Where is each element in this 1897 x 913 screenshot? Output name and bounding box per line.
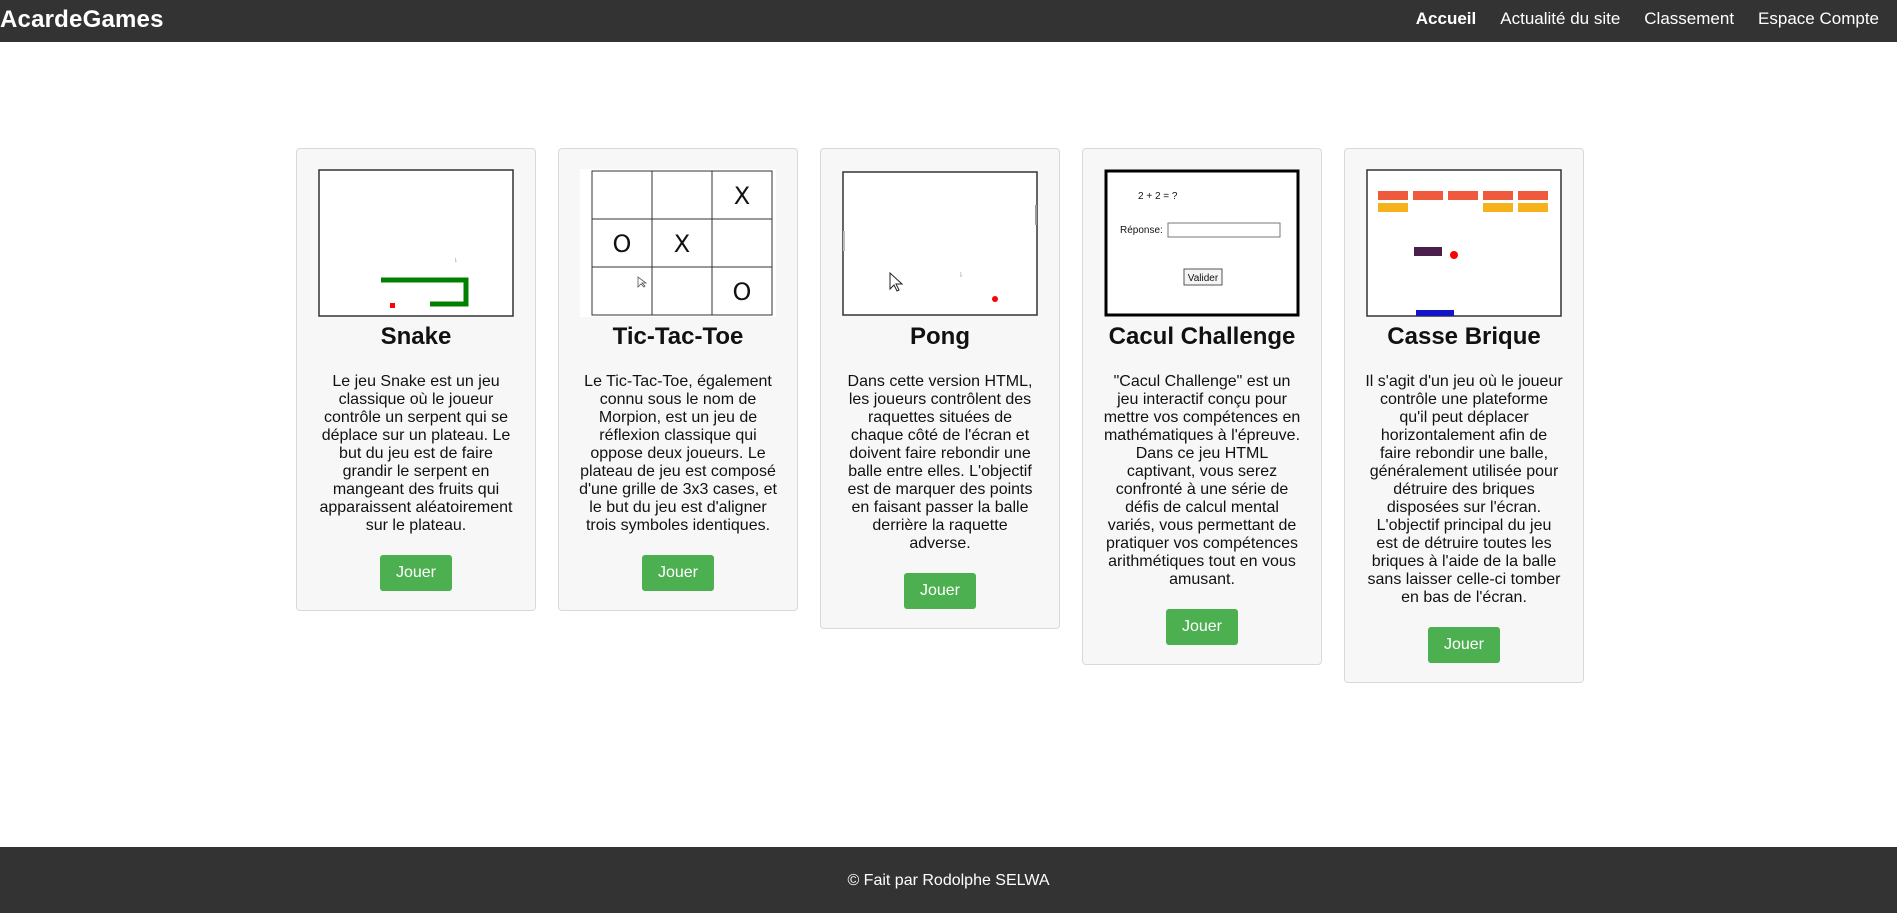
svg-text:⇂: ⇂ bbox=[453, 257, 458, 264]
calcul-question: 2 + 2 = ? bbox=[1138, 191, 1178, 202]
main-nav: Accueil Actualité du site Classement Esp… bbox=[1392, 9, 1879, 29]
play-calcul-button[interactable]: Jouer bbox=[1165, 609, 1239, 645]
nav-actualite[interactable]: Actualité du site bbox=[1500, 9, 1620, 29]
game-card-pong: ⇂ Pong Dans cette version HTML, les joue… bbox=[820, 148, 1060, 629]
footer: © Fait par Rodolphe SELWA bbox=[0, 847, 1897, 913]
game-title: Tic-Tac-Toe bbox=[612, 323, 744, 350]
game-title: Cacul Challenge bbox=[1108, 323, 1296, 350]
game-description: Le Tic-Tac-Toe, également connu sous le … bbox=[579, 373, 777, 534]
top-navbar: AcardeGames Accueil Actualité du site Cl… bbox=[0, 0, 1897, 42]
play-casse-brique-button[interactable]: Jouer bbox=[1427, 627, 1501, 663]
play-pong-button[interactable]: Jouer bbox=[903, 573, 977, 609]
nav-espace-compte[interactable]: Espace Compte bbox=[1758, 9, 1879, 29]
snake-preview-image: ⇂ bbox=[318, 169, 514, 317]
tictactoe-preview-image: X O X O bbox=[580, 169, 776, 317]
nav-classement[interactable]: Classement bbox=[1644, 9, 1734, 29]
ttt-cell-3: O bbox=[613, 230, 632, 258]
game-card-snake: ⇂ Snake Le jeu Snake est un jeu classiqu… bbox=[296, 148, 536, 611]
game-description: Il s'agit d'un jeu où le joueur contrôle… bbox=[1365, 373, 1563, 606]
pong-preview-image: ⇂ bbox=[842, 171, 1038, 316]
svg-text:⇂: ⇂ bbox=[958, 271, 964, 279]
game-title: Pong bbox=[910, 323, 970, 350]
game-card-casse-brique: Casse Brique Il s'agit d'un jeu où le jo… bbox=[1344, 148, 1584, 683]
footer-credit: © Fait par Rodolphe SELWA bbox=[847, 872, 1050, 889]
nav-accueil[interactable]: Accueil bbox=[1416, 9, 1476, 29]
game-description: Dans cette version HTML, les joueurs con… bbox=[847, 373, 1033, 552]
game-card-calcul: 2 + 2 = ? Réponse: Valider Cacul Challen… bbox=[1082, 148, 1322, 665]
ttt-cell-4: X bbox=[674, 230, 690, 258]
play-snake-button[interactable]: Jouer bbox=[379, 555, 453, 591]
game-description: Le jeu Snake est un jeu classique où le … bbox=[319, 373, 513, 534]
calcul-preview-image: 2 + 2 = ? Réponse: Valider bbox=[1104, 169, 1300, 317]
casse-brique-preview-image bbox=[1366, 169, 1562, 317]
calcul-answer-label: Réponse: bbox=[1120, 225, 1163, 236]
play-tictactoe-button[interactable]: Jouer bbox=[641, 555, 715, 591]
game-title: Snake bbox=[380, 323, 452, 350]
ttt-cell-2: X bbox=[734, 182, 750, 210]
site-logo[interactable]: AcardeGames bbox=[0, 6, 164, 34]
calcul-submit-label: Valider bbox=[1188, 273, 1219, 284]
game-description: "Cacul Challenge" est un jeu interactif … bbox=[1103, 373, 1301, 588]
game-card-tictactoe: X O X O Tic-Tac-Toe Le Tic-Tac-Toe, égal… bbox=[558, 148, 798, 611]
ttt-cell-8: O bbox=[733, 278, 752, 306]
game-title: Casse Brique bbox=[1387, 323, 1541, 350]
